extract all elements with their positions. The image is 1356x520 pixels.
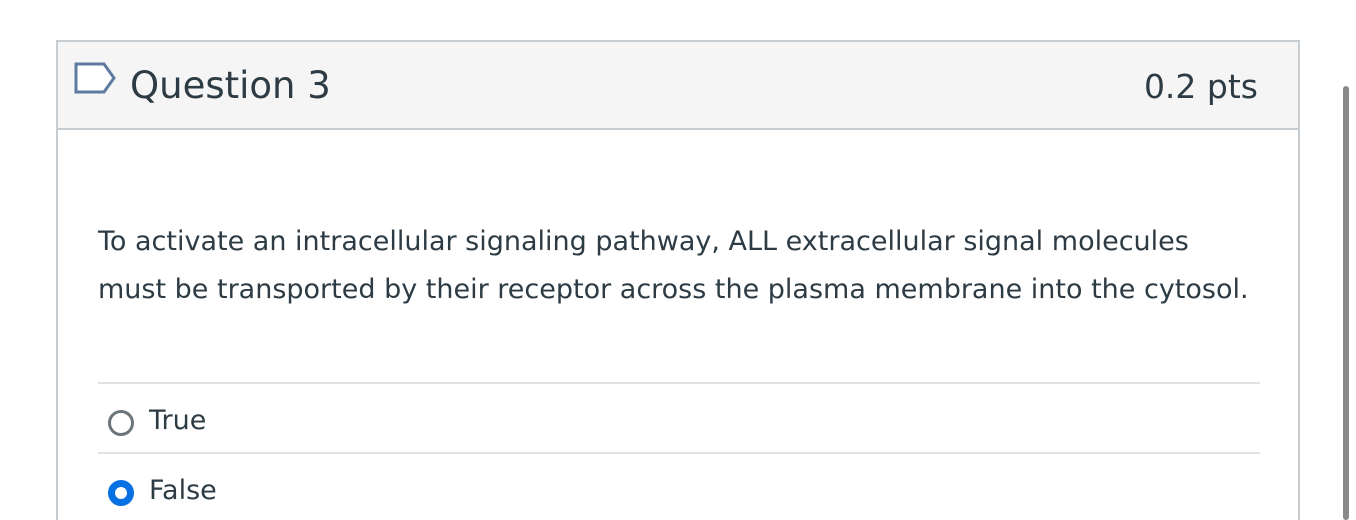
answer-option-false[interactable]: False — [98, 452, 1260, 520]
flag-question-icon[interactable] — [74, 62, 118, 98]
quiz-page: Question 3 0.2 pts To activate an intrac… — [0, 0, 1356, 520]
answer-label[interactable]: False — [149, 471, 217, 511]
radio-button-true[interactable] — [108, 410, 134, 436]
answer-label[interactable]: True — [149, 401, 206, 441]
radio-button-false[interactable] — [108, 480, 134, 506]
question-card: Question 3 0.2 pts To activate an intrac… — [56, 40, 1300, 520]
question-text: To activate an intracellular signaling p… — [98, 226, 1249, 305]
question-title: Question 3 — [130, 64, 331, 107]
answer-list: True False — [98, 382, 1260, 520]
answer-option-true[interactable]: True — [98, 382, 1260, 452]
question-body: To activate an intracellular signaling p… — [98, 130, 1260, 314]
question-points: 0.2 pts — [1143, 67, 1258, 106]
vertical-scrollbar[interactable] — [1343, 86, 1349, 520]
flag-outline-icon — [74, 62, 116, 94]
question-header: Question 3 0.2 pts — [58, 42, 1298, 130]
